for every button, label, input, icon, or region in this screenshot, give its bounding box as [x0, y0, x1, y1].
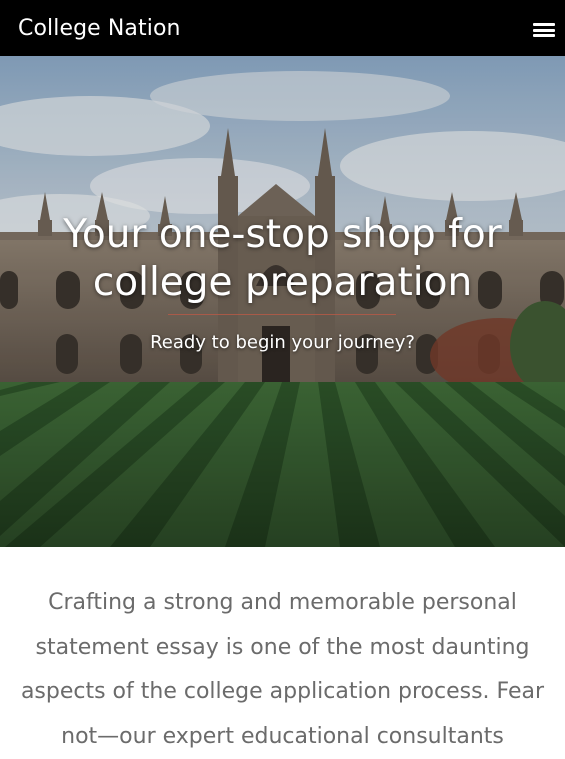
hamburger-menu-icon[interactable] — [533, 21, 555, 39]
intro-section: Crafting a strong and memorable personal… — [0, 547, 565, 753]
top-navbar: College Nation — [0, 0, 565, 56]
brand-logo[interactable]: College Nation — [18, 16, 181, 41]
menu-bar — [533, 28, 555, 32]
hero-title: Your one-stop shop for college preparati… — [0, 211, 565, 307]
intro-paragraph: Crafting a strong and memorable personal… — [20, 590, 545, 749]
title-divider — [168, 314, 396, 315]
hero-title-line: college preparation — [92, 260, 473, 305]
hero-title-line: Your one-stop shop for — [63, 212, 502, 257]
menu-bar — [533, 34, 555, 37]
hero-section: Your one-stop shop for college preparati… — [0, 56, 565, 547]
hero-subtitle: Ready to begin your journey? — [150, 332, 415, 353]
menu-bar — [533, 23, 555, 26]
